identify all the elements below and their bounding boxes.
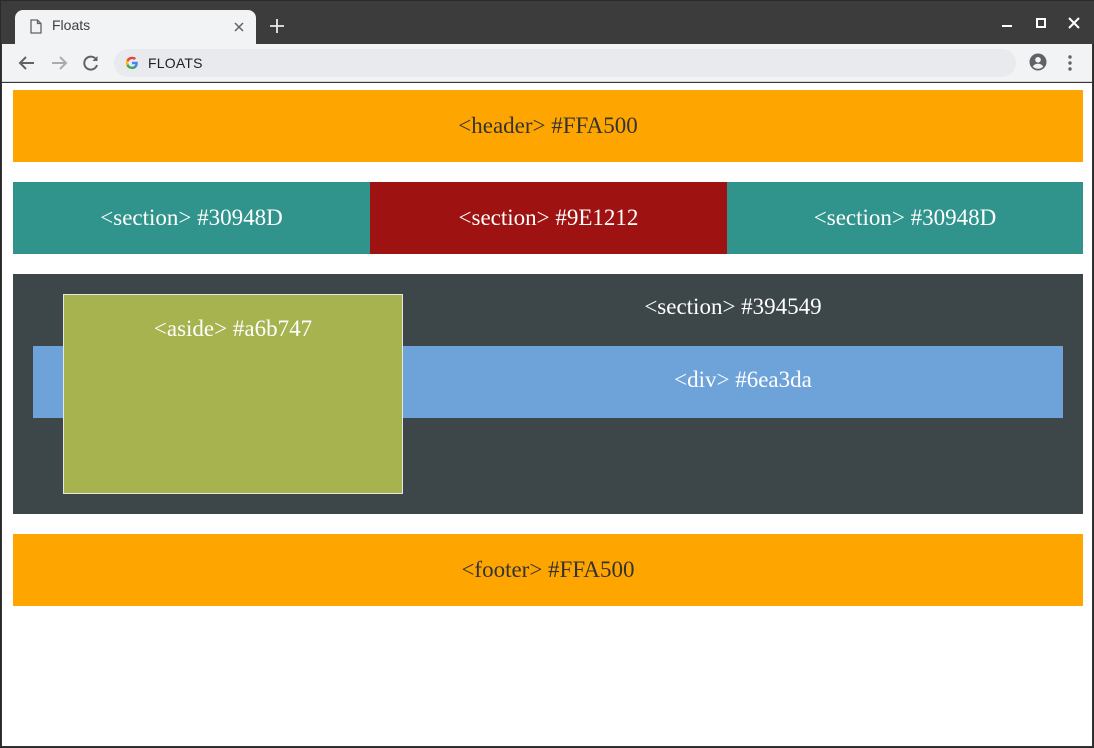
big-section-block: <section> #394549 <div> #6ea3da <aside> … [13, 274, 1083, 514]
inner-div-label: <div> #6ea3da [674, 367, 812, 392]
page-icon [30, 19, 42, 34]
plus-icon[interactable] [268, 17, 286, 35]
window-close-icon[interactable] [1066, 15, 1082, 31]
tab-strip: Floats [1, 1, 1094, 44]
google-g-icon [125, 56, 138, 69]
back-arrow-icon[interactable] [17, 53, 37, 73]
kebab-menu-icon[interactable] [1062, 53, 1078, 73]
toolbar: FLOATS [2, 44, 1092, 82]
footer-block: <footer> #FFA500 [13, 534, 1083, 606]
section-block-1: <section> #30948D [13, 182, 370, 254]
tab-floats[interactable]: Floats [15, 10, 256, 44]
forward-arrow-icon[interactable] [49, 53, 69, 73]
big-section-label: <section> #394549 [644, 294, 822, 319]
section-block-3: <section> #30948D [727, 182, 1083, 254]
maximize-icon[interactable] [1033, 15, 1049, 31]
url-text: FLOATS [148, 55, 203, 71]
browser-window: Floats FLOATS <header> #FFA500 <section>… [0, 0, 1094, 748]
account-icon[interactable] [1028, 52, 1048, 72]
close-icon[interactable] [231, 19, 247, 35]
header-block: <header> #FFA500 [13, 90, 1083, 162]
minimize-icon[interactable] [999, 15, 1015, 31]
aside-label: <aside> #a6b747 [153, 316, 313, 341]
tab-title: Floats [52, 17, 91, 33]
section-block-2: <section> #9E1212 [370, 182, 727, 254]
reload-icon[interactable] [81, 53, 101, 73]
aside-block: <aside> #a6b747 [63, 294, 403, 494]
page-viewport: <header> #FFA500 <section> #30948D <sect… [2, 83, 1092, 746]
address-bar[interactable]: FLOATS [114, 49, 1016, 77]
